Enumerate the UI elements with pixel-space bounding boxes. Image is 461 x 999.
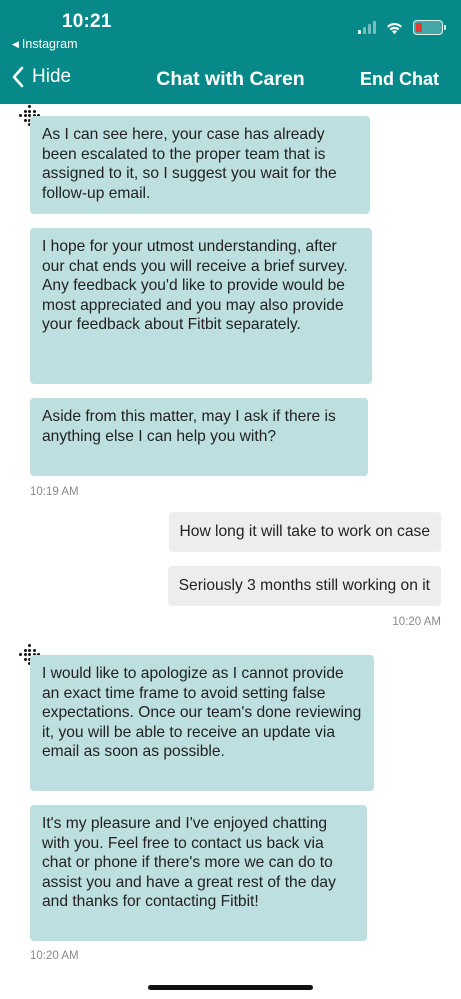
chevron-left-icon bbox=[12, 66, 24, 88]
back-app-label: Instagram bbox=[21, 37, 78, 51]
agent-message: I would like to apologize as I cannot pr… bbox=[30, 655, 374, 791]
back-triangle-icon: ◀ bbox=[12, 38, 19, 49]
user-message: Seriously 3 months still working on it bbox=[167, 566, 441, 606]
end-chat-button[interactable]: End Chat bbox=[360, 69, 439, 90]
agent-message: I hope for your utmost understanding, af… bbox=[30, 228, 372, 384]
app-header: 10:21 ◀ Instagram Hide Chat with Caren E… bbox=[0, 0, 461, 104]
message-timestamp: 10:20 AM bbox=[392, 616, 441, 628]
status-time: 10:21 bbox=[62, 11, 112, 32]
back-to-app-link[interactable]: ◀ Instagram bbox=[12, 37, 78, 51]
hide-label: Hide bbox=[32, 66, 72, 87]
agent-message: As I can see here, your case has already… bbox=[30, 116, 370, 214]
hide-button[interactable]: Hide bbox=[12, 66, 71, 88]
user-message: How long it will take to work on case bbox=[168, 512, 441, 552]
nav-bar: Hide Chat with Caren End Chat bbox=[0, 64, 461, 98]
wifi-icon bbox=[387, 22, 402, 34]
agent-message: It's my pleasure and I've enjoyed chatti… bbox=[30, 805, 367, 941]
status-icons bbox=[358, 20, 446, 35]
cellular-signal-icon bbox=[358, 21, 376, 34]
home-indicator[interactable] bbox=[148, 985, 313, 990]
agent-message: Aside from this matter, may I ask if the… bbox=[30, 398, 368, 476]
battery-icon bbox=[413, 20, 446, 35]
message-timestamp: 10:19 AM bbox=[30, 486, 79, 498]
message-timestamp: 10:20 AM bbox=[30, 950, 79, 962]
